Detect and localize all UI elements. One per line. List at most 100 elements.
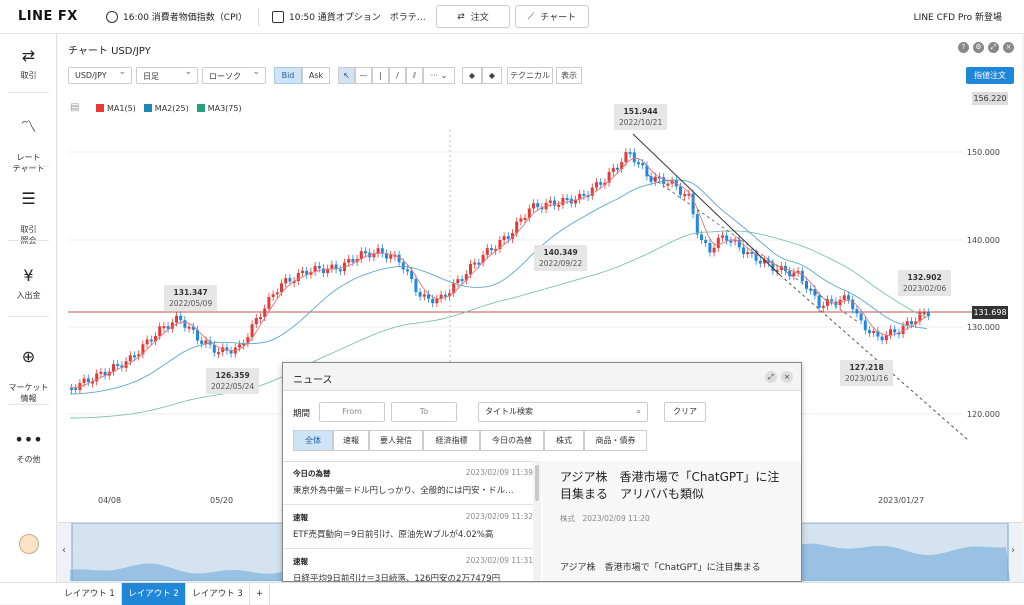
close-icon[interactable]: × [1003,42,1014,53]
sidebar-item-rate-chart[interactable]: 〽 レート チャート [0,106,57,174]
limit-order-button[interactable]: 指値注文 [966,67,1014,84]
from-date-input[interactable]: From [319,402,385,422]
order-button[interactable]: ⇄ 注文 [436,5,510,28]
candle [179,315,183,321]
list-item[interactable]: 速報 2023/02/09 11:31 日経平均9日前引け＝3日続落、126円安… [293,556,533,582]
scroll-thumb[interactable] [535,465,539,501]
candle [385,253,388,259]
to-date-input[interactable]: To [391,402,457,422]
help-icon[interactable]: ? [958,42,969,53]
candle [624,152,628,163]
chart-button[interactable]: ⟋ チャート [515,5,589,28]
period-label: 期間 [293,409,311,419]
bid-toggle[interactable]: Bid [274,67,302,84]
eraser-all-icon[interactable]: ◆ [482,67,502,84]
sidebar-item-deposit[interactable]: ¥ 入出金 [0,266,57,301]
period-select[interactable]: 日足 [136,67,198,84]
promo-link[interactable]: LINE CFD Pro 新登場 [914,10,1002,23]
close-icon[interactable]: × [781,371,793,383]
horizontal-line-icon[interactable]: — [355,67,372,84]
sidebar-item-history[interactable]: ☰ 取引 照会 [0,178,57,246]
trend-line-extension [779,274,969,441]
chart-icon: ⟋ [527,11,535,22]
candle [280,283,283,293]
add-layout-button[interactable]: + [250,583,270,605]
news-list: 今日の為替 2023/02/09 11:39 東京外為中盤＝ドル円しっかり、全般… [283,461,541,582]
gear-icon[interactable]: ⚙ [973,42,984,53]
display-button[interactable]: 表示 [556,67,582,84]
candle [183,320,187,328]
candle [133,355,136,358]
vertical-line-icon[interactable]: | [372,67,389,84]
ticker-option[interactable]: 10:50 通貨オプション ボラテ… [272,10,426,23]
candle [599,182,603,185]
tab-stocks[interactable]: 株式 [544,430,584,451]
candle [628,152,632,155]
technical-button[interactable]: テクニカル [507,67,553,84]
more-tools-icon[interactable]: ··· ⌄ [423,67,455,84]
y-label: 150.000 [966,148,1000,157]
symbol-select[interactable]: USD/JPY [68,67,132,84]
sidebar-item-market[interactable]: ⊕ マーケット 情報 [0,336,57,404]
news-header[interactable]: ニュース ⤢ × [283,363,801,391]
trend-line-icon[interactable]: / [389,67,406,84]
callout-price: 132.902 [907,273,942,282]
candle [175,315,178,323]
candle [116,364,120,367]
callout-price: 131.347 [173,288,208,297]
tab-commodities[interactable]: 商品・債券 [584,430,647,451]
ask-toggle[interactable]: Ask [302,67,330,84]
candle [250,324,254,338]
chevron-right-icon[interactable]: › [1011,545,1015,556]
moving-average-line [69,157,928,389]
tab-all[interactable]: 全体 [293,430,333,451]
candle [649,176,653,182]
candle [267,296,271,309]
candle [149,339,153,342]
divider [8,404,49,405]
news-scrollbar[interactable] [533,461,541,581]
candle [536,203,540,208]
eraser-icon[interactable]: ◆ [462,67,482,84]
list-item[interactable]: 今日の為替 2023/02/09 11:39 東京外為中盤＝ドル円しっかり、全般… [293,468,533,496]
expand-icon[interactable]: ⤢ [988,42,999,53]
parallel-line-icon[interactable]: ⫽ [406,67,423,84]
news-date: 2023/02/09 11:39 [465,468,533,477]
news-headline: 日経平均9日前引け＝3日続落、126円安の2万7479円 [293,574,501,582]
current-price-tag: 131.698 [972,306,1008,319]
title-search-input[interactable]: タイトル検索 ⌕ [478,402,648,422]
tab-vip[interactable]: 要人発信 [369,430,423,451]
callout-date: 2022/09/22 [539,259,583,268]
ticker-cpi[interactable]: 16:00 消費者物価指数（CPI） [106,10,247,23]
more-icon: ••• [14,430,43,449]
clear-button[interactable]: クリア [664,402,706,422]
news-headline: ETF売買動向＝9日前引け、原油先Wブルが4.02%高 [293,530,494,540]
tab-flash[interactable]: 速報 [333,430,369,451]
candle [406,269,409,272]
tab-indicators[interactable]: 経済指標 [423,430,480,451]
tab-fx-today[interactable]: 今日の為替 [480,430,544,451]
tab-layout-3[interactable]: レイアウト 3 [186,583,250,605]
cursor-tool-icon[interactable]: ↖ [338,67,355,84]
sidebar-item-other[interactable]: ••• その他 [0,430,57,465]
callout-date: 2022/10/21 [619,118,663,127]
candle [561,197,565,205]
line-chart-icon: 〽 [20,117,37,136]
chevron-left-icon[interactable]: ‹ [62,545,66,556]
avatar[interactable] [19,534,39,554]
candle [716,237,720,248]
candle [616,167,619,170]
news-detail-body: アジア株 香港市場で「ChatGPT」に注目集まる [560,563,761,573]
tab-layout-1[interactable]: レイアウト 1 [58,583,122,605]
tab-layout-2[interactable]: レイアウト 2 [122,583,186,605]
list-item[interactable]: 速報 2023/02/09 11:32 ETF売買動向＝9日前引け、原油先Wブル… [293,512,533,540]
candle [162,326,166,329]
candle [695,214,699,235]
candle [519,218,523,222]
sidebar-item-trade[interactable]: ⇄ 取引 [0,46,57,81]
candle [414,279,418,293]
candle [217,352,220,355]
style-select[interactable]: ローソク [202,67,266,84]
candle [557,204,561,207]
expand-icon[interactable]: ⤢ [765,371,777,383]
